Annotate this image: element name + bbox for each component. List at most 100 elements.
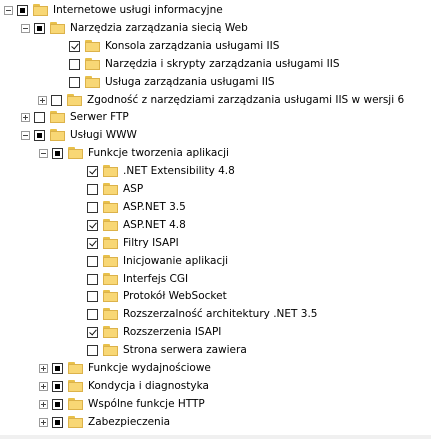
tree-item-net-extensibility-48[interactable]: .NET Extensibility 4.8 bbox=[74, 163, 235, 179]
tree-item-internetowe-uslugi-informacyjne[interactable]: Internetowe usługi informacyjne bbox=[4, 2, 223, 18]
folder-icon bbox=[50, 129, 65, 141]
tree-item-label: Rozszerzalność architektury .NET 3.5 bbox=[123, 308, 318, 320]
tree-item-label: ASP.NET 4.8 bbox=[123, 219, 186, 231]
expand-toggle[interactable] bbox=[39, 363, 48, 373]
checkbox[interactable] bbox=[51, 94, 62, 106]
tree-item-label: Serwer FTP bbox=[70, 111, 129, 123]
folder-icon bbox=[103, 255, 118, 267]
checkbox[interactable] bbox=[87, 326, 98, 338]
tree-item-label: ASP.NET 3.5 bbox=[123, 201, 186, 213]
checkbox[interactable] bbox=[69, 76, 80, 88]
tree-item-label: Zgodność z narzędziami zarządzania usług… bbox=[87, 94, 405, 106]
checkbox[interactable] bbox=[17, 4, 28, 16]
tree-item-interfejs-cgi[interactable]: Interfejs CGI bbox=[74, 271, 188, 287]
tree-item-label: Usługi WWW bbox=[70, 129, 137, 141]
tree-item-filtry-isapi[interactable]: Filtry ISAPI bbox=[74, 235, 179, 251]
checkbox[interactable] bbox=[69, 58, 80, 70]
folder-icon bbox=[103, 273, 118, 285]
checkbox[interactable] bbox=[87, 308, 98, 320]
checkbox[interactable] bbox=[52, 147, 63, 159]
tree-item-label: Kondycja i diagnostyka bbox=[88, 380, 209, 392]
folder-icon bbox=[85, 58, 100, 70]
folder-icon bbox=[50, 111, 65, 123]
tree-item-funkcje-tworzenia-aplikacji[interactable]: Funkcje tworzenia aplikacji bbox=[39, 145, 229, 161]
tree-item-label: Funkcje wydajnościowe bbox=[88, 362, 211, 374]
tree-item-label: Funkcje tworzenia aplikacji bbox=[88, 147, 229, 159]
expand-toggle[interactable] bbox=[39, 417, 48, 427]
folder-icon bbox=[68, 147, 83, 159]
expand-toggle[interactable] bbox=[39, 399, 48, 409]
collapse-toggle[interactable] bbox=[21, 130, 30, 140]
checkbox[interactable] bbox=[34, 129, 45, 141]
tree-item-label: Strona serwera zawiera bbox=[123, 344, 247, 356]
tree-item-uslugi-www[interactable]: Usługi WWW bbox=[21, 127, 137, 143]
collapse-toggle[interactable] bbox=[21, 23, 30, 33]
tree-item-aspnet-35[interactable]: ASP.NET 3.5 bbox=[74, 199, 186, 215]
folder-icon bbox=[103, 201, 118, 213]
checkbox[interactable] bbox=[87, 273, 98, 285]
tree-item-kondycja-i-diagnostyka[interactable]: Kondycja i diagnostyka bbox=[39, 378, 209, 394]
checkbox[interactable] bbox=[87, 183, 98, 195]
tree-item-rozszerzalnosc-net-35[interactable]: Rozszerzalność architektury .NET 3.5 bbox=[74, 306, 317, 322]
folder-icon bbox=[67, 94, 82, 106]
tree-item-funkcje-wydajnosciowe[interactable]: Funkcje wydajnościowe bbox=[39, 360, 211, 376]
checkbox[interactable] bbox=[52, 380, 63, 392]
checkbox[interactable] bbox=[52, 362, 63, 374]
checkbox[interactable] bbox=[87, 344, 98, 356]
tree-item-label: ASP bbox=[123, 183, 144, 195]
checkbox[interactable] bbox=[87, 255, 98, 267]
tree-item-konsola-zarzadzania-iis[interactable]: Konsola zarządzania usługami IIS bbox=[56, 38, 279, 54]
checkbox[interactable] bbox=[52, 416, 63, 428]
tree-item-narzedzia-zarzadzania-siecia-web[interactable]: Narzędzia zarządzania siecią Web bbox=[21, 20, 248, 36]
tree-item-label: Konsola zarządzania usługami IIS bbox=[105, 40, 280, 52]
folder-icon bbox=[68, 380, 83, 392]
tree-item-rozszerzenia-isapi[interactable]: Rozszerzenia ISAPI bbox=[74, 324, 221, 340]
expand-toggle[interactable] bbox=[38, 95, 47, 105]
expand-toggle[interactable] bbox=[21, 112, 30, 122]
tree-item-label: Narzędzia i skrypty zarządzania usługami… bbox=[105, 58, 340, 70]
folder-icon bbox=[68, 362, 83, 374]
folder-icon bbox=[85, 40, 100, 52]
checkbox[interactable] bbox=[69, 40, 80, 52]
collapse-toggle[interactable] bbox=[39, 148, 48, 158]
tree-item-asp[interactable]: ASP bbox=[74, 181, 143, 197]
folder-icon bbox=[85, 76, 100, 88]
horizontal-scrollbar[interactable] bbox=[0, 435, 431, 439]
tree-item-label: Usługa zarządzania usługami IIS bbox=[105, 76, 275, 88]
checkbox[interactable] bbox=[34, 22, 45, 34]
checkbox[interactable] bbox=[87, 201, 98, 213]
checkbox[interactable] bbox=[87, 165, 98, 177]
checkbox[interactable] bbox=[52, 398, 63, 410]
folder-icon bbox=[103, 344, 118, 356]
checkbox[interactable] bbox=[87, 219, 98, 231]
checkbox[interactable] bbox=[87, 237, 98, 249]
folder-icon bbox=[103, 237, 118, 249]
tree-item-label: Inicjowanie aplikacji bbox=[123, 255, 229, 267]
folder-icon bbox=[68, 398, 83, 410]
folder-icon bbox=[103, 308, 118, 320]
tree-item-label: Rozszerzenia ISAPI bbox=[123, 326, 222, 338]
tree-item-inicjowanie-aplikacji[interactable]: Inicjowanie aplikacji bbox=[74, 253, 228, 269]
tree-item-protokol-websocket[interactable]: Protokół WebSocket bbox=[74, 288, 227, 304]
tree-item-zabezpieczenia[interactable]: Zabezpieczenia bbox=[39, 414, 170, 430]
tree-item-aspnet-48[interactable]: ASP.NET 4.8 bbox=[74, 217, 186, 233]
tree-item-usluga-zarzadzania-iis[interactable]: Usługa zarządzania usługami IIS bbox=[56, 74, 275, 90]
tree-item-wspolne-funkcje-http[interactable]: Wspólne funkcje HTTP bbox=[39, 396, 205, 412]
checkbox[interactable] bbox=[34, 111, 45, 123]
tree-item-zgodnosc-iis-6[interactable]: Zgodność z narzędziami zarządzania usług… bbox=[38, 92, 404, 108]
folder-icon bbox=[33, 4, 48, 16]
expand-toggle[interactable] bbox=[39, 381, 48, 391]
tree-item-label: Zabezpieczenia bbox=[88, 416, 171, 428]
tree-item-label: Internetowe usługi informacyjne bbox=[53, 4, 223, 16]
tree-item-serwer-ftp[interactable]: Serwer FTP bbox=[21, 109, 129, 125]
checkbox[interactable] bbox=[87, 290, 98, 302]
folder-icon bbox=[103, 183, 118, 195]
collapse-toggle[interactable] bbox=[4, 5, 13, 15]
tree-item-strona-serwera-zawiera[interactable]: Strona serwera zawiera bbox=[74, 342, 247, 358]
tree-item-narzedzia-i-skrypty-iis[interactable]: Narzędzia i skrypty zarządzania usługami… bbox=[56, 56, 339, 72]
